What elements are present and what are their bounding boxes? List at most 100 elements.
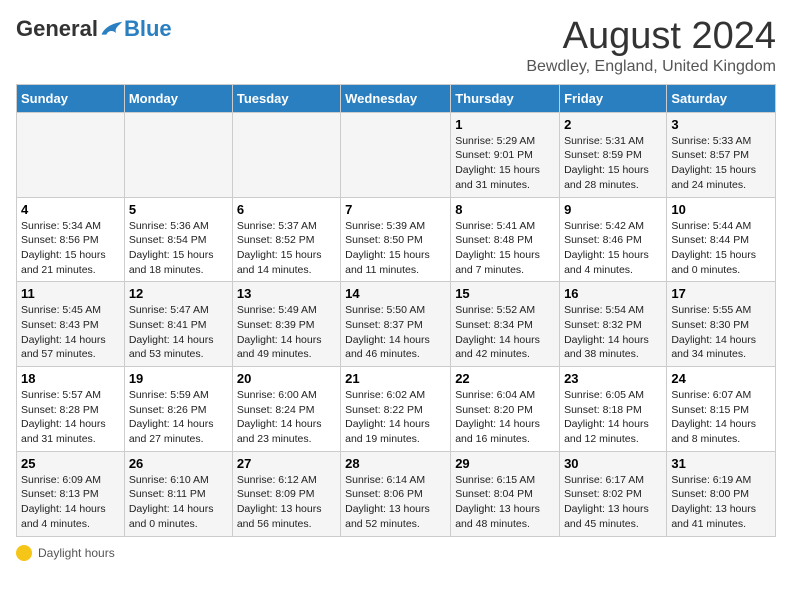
calendar-week-row: 25 Sunrise: 6:09 AMSunset: 8:13 PMDayligh… [17,451,776,536]
day-number: 16 [564,286,662,301]
day-info: Sunrise: 5:33 AMSunset: 8:57 PMDaylight:… [671,134,771,193]
calendar-cell: 29Sunrise: 6:15 AMSunset: 8:04 PMDayligh… [451,451,560,536]
calendar-cell: 31 Sunrise: 6:19 AMSunset: 8:00 PMDayligh… [667,451,776,536]
day-info: Sunrise: 5:39 AMSunset: 8:50 PMDaylight:… [345,219,446,278]
day-number: 5 [129,202,228,217]
daylight-label: Daylight hours [38,546,115,560]
day-info: Sunrise: 5:50 AMSunset: 8:37 PMDaylight:… [345,303,446,362]
month-title: August 2024 [526,16,776,58]
calendar-cell: 17Sunrise: 5:55 AMSunset: 8:30 PMDayligh… [667,282,776,367]
calendar-cell [341,112,451,197]
day-number: 24 [671,371,771,386]
day-number: 27 [237,456,336,471]
day-number: 21 [345,371,446,386]
weekday-header: Monday [124,84,232,112]
calendar-cell: 18Sunrise: 5:57 AMSunset: 8:28 PMDayligh… [17,367,125,452]
calendar-cell: 28 Sunrise: 6:14 AMSunset: 8:06 PMDayligh… [341,451,451,536]
calendar-cell: 22Sunrise: 6:04 AMSunset: 8:20 PMDayligh… [451,367,560,452]
calendar-cell: 26 Sunrise: 6:10 AMSunset: 8:11 PMDayligh… [124,451,232,536]
calendar-cell: 4Sunrise: 5:34 AMSunset: 8:56 PMDaylight… [17,197,125,282]
day-number: 26 [129,456,228,471]
day-number: 7 [345,202,446,217]
day-info: Sunrise: 6:10 AMSunset: 8:11 PMDaylight:… [129,473,228,532]
calendar-cell [232,112,340,197]
day-info: Sunrise: 6:09 AMSunset: 8:13 PMDaylight:… [21,473,120,532]
calendar-cell: 6Sunrise: 5:37 AMSunset: 8:52 PMDaylight… [232,197,340,282]
day-info: Sunrise: 5:47 AMSunset: 8:41 PMDaylight:… [129,303,228,362]
calendar-cell: 30 Sunrise: 6:17 AMSunset: 8:02 PMDayligh… [560,451,667,536]
day-number: 13 [237,286,336,301]
day-number: 29 [455,456,555,471]
logo: General Blue [16,16,172,42]
calendar-cell: 13 Sunrise: 5:49 AMSunset: 8:39 PMDayligh… [232,282,340,367]
calendar-cell: 3 Sunrise: 5:33 AMSunset: 8:57 PMDaylight… [667,112,776,197]
day-info: Sunrise: 5:49 AMSunset: 8:39 PMDaylight:… [237,303,336,362]
calendar-cell: 11Sunrise: 5:45 AMSunset: 8:43 PMDayligh… [17,282,125,367]
weekday-header: Tuesday [232,84,340,112]
day-number: 18 [21,371,120,386]
day-number: 30 [564,456,662,471]
day-info: Sunrise: 6:17 AMSunset: 8:02 PMDaylight:… [564,473,662,532]
day-info: Sunrise: 5:44 AMSunset: 8:44 PMDaylight:… [671,219,771,278]
calendar-cell: 5 Sunrise: 5:36 AMSunset: 8:54 PMDaylight… [124,197,232,282]
day-number: 23 [564,371,662,386]
weekday-header-row: SundayMondayTuesdayWednesdayThursdayFrid… [17,84,776,112]
day-info: Sunrise: 5:41 AMSunset: 8:48 PMDaylight:… [455,219,555,278]
day-info: Sunrise: 5:29 AMSunset: 9:01 PMDaylight:… [455,134,555,193]
weekday-header: Friday [560,84,667,112]
day-info: Sunrise: 6:02 AMSunset: 8:22 PMDaylight:… [345,388,446,447]
day-number: 20 [237,371,336,386]
day-number: 12 [129,286,228,301]
day-number: 28 [345,456,446,471]
calendar-cell: 7 Sunrise: 5:39 AMSunset: 8:50 PMDaylight… [341,197,451,282]
calendar-cell: 24 Sunrise: 6:07 AMSunset: 8:15 PMDayligh… [667,367,776,452]
day-number: 15 [455,286,555,301]
day-number: 25 [21,456,120,471]
weekday-header: Sunday [17,84,125,112]
day-info: Sunrise: 6:07 AMSunset: 8:15 PMDaylight:… [671,388,771,447]
day-info: Sunrise: 5:31 AMSunset: 8:59 PMDaylight:… [564,134,662,193]
calendar-week-row: 18Sunrise: 5:57 AMSunset: 8:28 PMDayligh… [17,367,776,452]
day-number: 6 [237,202,336,217]
calendar-cell: 16Sunrise: 5:54 AMSunset: 8:32 PMDayligh… [560,282,667,367]
day-number: 1 [455,117,555,132]
day-number: 2 [564,117,662,132]
day-info: Sunrise: 5:59 AMSunset: 8:26 PMDaylight:… [129,388,228,447]
day-number: 19 [129,371,228,386]
calendar-cell: 8Sunrise: 5:41 AMSunset: 8:48 PMDaylight… [451,197,560,282]
day-number: 11 [21,286,120,301]
calendar-cell: 9 Sunrise: 5:42 AMSunset: 8:46 PMDaylight… [560,197,667,282]
day-info: Sunrise: 6:14 AMSunset: 8:06 PMDaylight:… [345,473,446,532]
day-info: Sunrise: 5:36 AMSunset: 8:54 PMDaylight:… [129,219,228,278]
calendar-cell: 1 Sunrise: 5:29 AMSunset: 9:01 PMDaylight… [451,112,560,197]
calendar-week-row: 11Sunrise: 5:45 AMSunset: 8:43 PMDayligh… [17,282,776,367]
calendar-cell: 23 Sunrise: 6:05 AMSunset: 8:18 PMDayligh… [560,367,667,452]
day-info: Sunrise: 5:42 AMSunset: 8:46 PMDaylight:… [564,219,662,278]
calendar-cell: 19 Sunrise: 5:59 AMSunset: 8:26 PMDayligh… [124,367,232,452]
footer: Daylight hours [16,545,776,561]
calendar-cell [17,112,125,197]
day-info: Sunrise: 6:05 AMSunset: 8:18 PMDaylight:… [564,388,662,447]
day-info: Sunrise: 5:55 AMSunset: 8:30 PMDaylight:… [671,303,771,362]
day-number: 3 [671,117,771,132]
day-number: 31 [671,456,771,471]
logo-blue: Blue [124,16,172,42]
day-info: Sunrise: 6:19 AMSunset: 8:00 PMDaylight:… [671,473,771,532]
weekday-header: Saturday [667,84,776,112]
calendar-week-row: 4Sunrise: 5:34 AMSunset: 8:56 PMDaylight… [17,197,776,282]
day-number: 9 [564,202,662,217]
day-info: Sunrise: 5:52 AMSunset: 8:34 PMDaylight:… [455,303,555,362]
weekday-header: Thursday [451,84,560,112]
calendar-cell: 21 Sunrise: 6:02 AMSunset: 8:22 PMDayligh… [341,367,451,452]
calendar-cell: 12 Sunrise: 5:47 AMSunset: 8:41 PMDayligh… [124,282,232,367]
title-area: August 2024 Bewdley, England, United Kin… [526,16,776,76]
calendar-cell [124,112,232,197]
calendar-cell: 15 Sunrise: 5:52 AMSunset: 8:34 PMDayligh… [451,282,560,367]
day-number: 4 [21,202,120,217]
calendar-cell: 20 Sunrise: 6:00 AMSunset: 8:24 PMDayligh… [232,367,340,452]
calendar-cell: 2 Sunrise: 5:31 AMSunset: 8:59 PMDaylight… [560,112,667,197]
day-info: Sunrise: 6:04 AMSunset: 8:20 PMDaylight:… [455,388,555,447]
calendar-table: SundayMondayTuesdayWednesdayThursdayFrid… [16,84,776,537]
day-info: Sunrise: 6:00 AMSunset: 8:24 PMDaylight:… [237,388,336,447]
calendar-cell: 27Sunrise: 6:12 AMSunset: 8:09 PMDayligh… [232,451,340,536]
